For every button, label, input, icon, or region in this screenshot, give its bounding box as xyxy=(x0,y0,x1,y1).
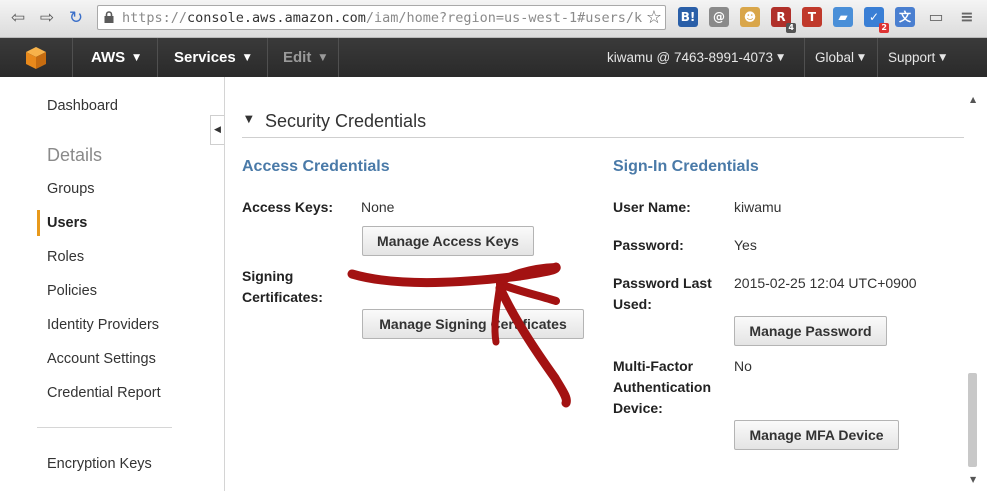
support-menu[interactable]: Support ▼ xyxy=(888,38,946,77)
account-menu[interactable]: kiwamu @ 7463-8991-4073 ▼ xyxy=(607,38,784,77)
sidebar-item-users[interactable]: Users xyxy=(47,215,87,231)
r-extension-icon[interactable]: R4 xyxy=(771,7,796,33)
mfa-label-line-2: Authentication xyxy=(613,379,711,395)
password-last-used-line-2: Used: xyxy=(613,296,652,312)
access-keys-value: None xyxy=(361,199,395,215)
chat-extension-icon[interactable]: ▰ xyxy=(833,7,853,27)
manage-mfa-device-button[interactable]: Manage MFA Device xyxy=(734,420,899,450)
support-menu-label: Support xyxy=(888,50,936,65)
page-scrollbar[interactable]: ▲ ▼ xyxy=(965,77,987,491)
password-label: Password: xyxy=(613,237,684,253)
mfa-label-line-1: Multi-Factor xyxy=(613,358,694,374)
sidebar-divider xyxy=(37,427,172,428)
bookmark-star-icon[interactable]: ☆ xyxy=(646,6,662,29)
sidebar-item-dashboard[interactable]: Dashboard xyxy=(47,98,118,114)
url-path: /iam/home?region=us-west-1#users/ki xyxy=(365,10,642,26)
edit-menu[interactable]: Edit ▼ xyxy=(283,38,326,77)
extension-badge: 4 xyxy=(786,23,796,33)
active-indicator xyxy=(37,210,40,236)
bl-extension-icon[interactable]: B! xyxy=(678,7,698,27)
cookie-extension-icon[interactable]: ☻ xyxy=(740,7,760,27)
chevron-down-icon: ▼ xyxy=(939,52,947,63)
chevron-down-icon: ▼ xyxy=(319,52,327,63)
url-scheme: https:// xyxy=(122,10,188,26)
manage-password-button[interactable]: Manage Password xyxy=(734,316,887,346)
sidebar: Dashboard Details Groups Users Roles Pol… xyxy=(0,77,225,491)
lock-icon xyxy=(104,11,114,23)
expand-caret-icon: ▼ xyxy=(245,114,253,125)
sidebar-item-groups[interactable]: Groups xyxy=(47,181,95,197)
address-bar[interactable]: https://console.aws.amazon.com/iam/home?… xyxy=(97,5,666,30)
forward-icon[interactable]: ⇨ xyxy=(35,6,59,30)
manage-signing-certificates-button[interactable]: Manage Signing Certificates xyxy=(362,309,584,339)
nav-separator xyxy=(72,38,73,77)
aws-menu[interactable]: AWS ▼ xyxy=(91,38,140,77)
extension-badge: 2 xyxy=(879,23,889,33)
manage-access-keys-button[interactable]: Manage Access Keys xyxy=(362,226,534,256)
scroll-thumb[interactable] xyxy=(968,373,977,467)
sidebar-item-account-settings[interactable]: Account Settings xyxy=(47,351,156,367)
edit-menu-label: Edit xyxy=(283,49,312,66)
aws-logo[interactable] xyxy=(0,38,72,77)
sidebar-item-credential-report[interactable]: Credential Report xyxy=(47,385,161,401)
user-name-label: User Name: xyxy=(613,199,691,215)
check-extension-icon[interactable]: ✓ 2 xyxy=(864,7,889,33)
browser-toolbar: ⇦ ⇨ ↻ https://console.aws.amazon.com/iam… xyxy=(0,0,987,38)
nav-separator xyxy=(877,38,878,77)
sidebar-item-encryption-keys[interactable]: Encryption Keys xyxy=(47,456,152,472)
services-menu[interactable]: Services ▼ xyxy=(174,38,251,77)
translate-extension-icon[interactable]: 文 xyxy=(895,7,915,27)
password-value: Yes xyxy=(734,237,757,253)
collapse-sidebar-button[interactable]: ◀ xyxy=(210,115,224,145)
sidebar-item-policies[interactable]: Policies xyxy=(47,283,97,299)
mfa-label-line-3: Device: xyxy=(613,400,663,416)
t-extension-icon[interactable]: T xyxy=(802,7,822,27)
nav-separator xyxy=(804,38,805,77)
nav-separator xyxy=(267,38,268,77)
cast-extension-icon[interactable]: ▭ xyxy=(926,7,946,27)
sidebar-heading-details: Details xyxy=(47,145,103,165)
aws-top-nav: AWS ▼ Services ▼ Edit ▼ kiwamu @ 7463-8991-… xyxy=(0,38,987,77)
aws-menu-label: AWS xyxy=(91,49,126,66)
url-host: console.aws.amazon.com xyxy=(187,10,366,26)
mfa-value: No xyxy=(734,358,752,374)
scroll-down-icon[interactable]: ▼ xyxy=(970,475,976,484)
mfa-label: Multi-Factor Authentication Device: xyxy=(613,356,711,419)
password-last-used-label: Password Last Used: xyxy=(613,273,712,315)
signing-label-line-1: Signing xyxy=(242,268,294,284)
chevron-down-icon: ▼ xyxy=(133,52,141,63)
nav-separator xyxy=(157,38,158,77)
services-menu-label: Services xyxy=(174,49,236,66)
main-content: ▼ Security Credentials Access Credential… xyxy=(225,77,965,491)
password-last-used-value: 2015-02-25 12:04 UTC+0900 xyxy=(734,275,917,291)
aws-cube-icon xyxy=(26,47,46,69)
chevron-down-icon: ▼ xyxy=(858,52,865,63)
password-last-used-line-1: Password Last xyxy=(613,275,712,291)
chevron-down-icon: ▼ xyxy=(777,52,784,63)
scroll-up-icon[interactable]: ▲ xyxy=(970,95,976,104)
menu-icon[interactable]: ≡ xyxy=(957,7,977,27)
chevron-down-icon: ▼ xyxy=(243,52,251,63)
access-credentials-title: Access Credentials xyxy=(242,158,390,175)
section-title: Security Credentials xyxy=(265,111,427,131)
reload-icon[interactable]: ↻ xyxy=(64,6,88,30)
nav-separator xyxy=(338,38,339,77)
sidebar-item-roles[interactable]: Roles xyxy=(47,249,84,265)
signing-certificates-label: Signing Certificates: xyxy=(242,266,323,308)
sidebar-item-identity-providers[interactable]: Identity Providers xyxy=(47,317,159,333)
account-menu-label: kiwamu @ 7463-8991-4073 xyxy=(607,50,774,65)
security-credentials-header[interactable]: ▼ Security Credentials xyxy=(242,111,964,138)
sign-in-credentials-title: Sign-In Credentials xyxy=(613,158,759,175)
access-keys-label: Access Keys: xyxy=(242,199,334,215)
clipboard-extension-icon[interactable]: @ xyxy=(709,7,729,27)
region-menu[interactable]: Global ▼ xyxy=(815,38,865,77)
region-menu-label: Global xyxy=(815,50,855,65)
back-icon[interactable]: ⇦ xyxy=(6,6,30,30)
user-name-value: kiwamu xyxy=(734,199,782,215)
url-text: https://console.aws.amazon.com/iam/home?… xyxy=(122,9,642,27)
signing-label-line-2: Certificates: xyxy=(242,289,323,305)
chevron-left-icon: ◀ xyxy=(214,125,221,135)
